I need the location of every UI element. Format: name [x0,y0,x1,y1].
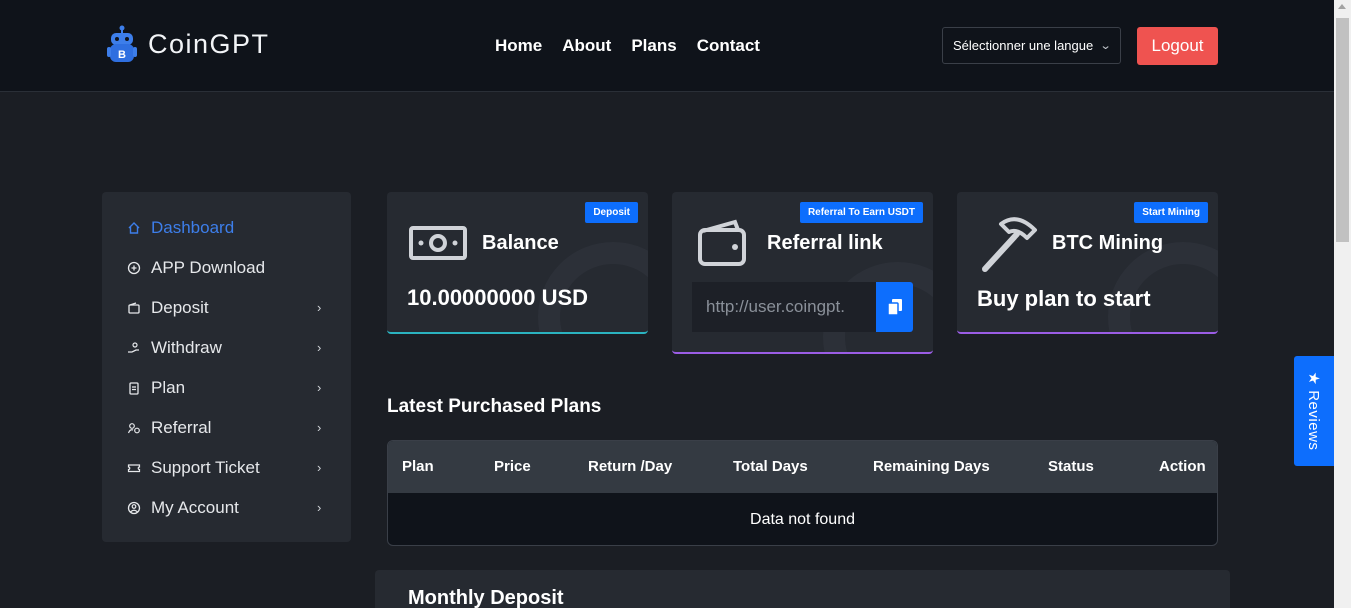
chevron-right-icon: › [317,380,322,395]
clipboard-icon [129,382,139,395]
column-header-remaining-days: Remaining Days [873,458,990,475]
logout-button[interactable]: Logout [1137,27,1218,65]
sidebar-menu: Dashboard APP Download Deposit › Withdra… [102,192,351,542]
sidebar-item-label: Deposit [151,298,209,317]
main-nav: Home About Plans Contact [495,36,760,56]
chevron-right-icon: › [317,340,322,355]
wallet-icon [698,219,746,266]
language-select[interactable]: Sélectionner une langue ⌄ [942,27,1121,64]
chevron-down-icon: ⌄ [1099,40,1112,52]
sidebar-item-dashboard[interactable]: Dashboard [102,218,351,258]
language-select-label: Sélectionner une langue [953,38,1094,53]
column-header-total-days: Total Days [733,458,808,475]
sidebar-item-label: Withdraw [151,338,222,357]
sidebar-item-label: Support Ticket [151,458,260,477]
reviews-tab-button[interactable]: ★ Reviews [1294,356,1334,466]
column-header-plan: Plan [402,458,434,475]
latest-plans-title: Latest Purchased Plans [387,396,602,417]
sidebar-item-label: Plan [151,378,186,397]
sidebar-item-label: Dashboard [151,218,235,237]
column-header-status: Status [1048,458,1094,475]
scroll-up-arrow-icon[interactable] [1338,4,1346,9]
table-row: Data not found [388,493,1217,545]
sidebar-item-support-ticket[interactable]: Support Ticket › [102,458,351,498]
balance-value: 10.00000000 USD [407,285,589,310]
svg-text:B: B [118,49,126,61]
brand-logo[interactable]: B CoinGPT [106,24,270,64]
money-bill-icon [409,226,467,260]
sidebar-item-label: Referral [151,418,212,437]
column-header-return-day: Return /Day [588,458,673,475]
copy-link-button[interactable] [876,282,913,332]
sidebar-item-plan[interactable]: Plan › [102,378,351,418]
plans-table: Plan Price Return /Day Total Days Remain… [387,440,1218,546]
deposit-badge-button[interactable]: Deposit [585,202,638,223]
scrollbar-thumb[interactable] [1336,18,1349,242]
reviews-tab-label: ★ Reviews [1305,371,1322,451]
ticket-icon [127,464,141,473]
column-header-action: Action [1159,458,1206,475]
btc-mining-card: Start Mining BTC Mining Buy plan to star… [957,192,1218,334]
top-navbar: B CoinGPT Home About Plans Contact Sélec… [0,0,1334,92]
nav-plans[interactable]: Plans [631,36,676,56]
chevron-right-icon: › [317,420,322,435]
wallet-icon [128,302,140,314]
robot-bitcoin-icon: B [107,25,137,62]
table-header: Plan Price Return /Day Total Days Remain… [388,441,1217,493]
sidebar-item-withdraw[interactable]: Withdraw › [102,338,351,378]
btc-mining-title: BTC Mining [1052,232,1164,254]
nav-contact[interactable]: Contact [697,36,760,56]
chevron-right-icon: › [317,500,322,515]
btc-mining-value: Buy plan to start [977,286,1151,311]
copy-icon [887,299,902,315]
users-icon [127,423,140,434]
plus-circle-icon [127,261,141,275]
sidebar-item-label: My Account [151,498,239,517]
nav-home[interactable]: Home [495,36,542,56]
start-mining-badge-button[interactable]: Start Mining [1134,202,1208,223]
hammer-icon [982,217,1037,272]
chevron-right-icon: › [317,460,322,475]
chevron-right-icon: › [317,300,322,315]
referral-title: Referral link [767,232,883,254]
referral-card: Referral To Earn USDT Referral link http… [672,192,933,354]
hand-coin-icon [128,342,139,353]
balance-card: Deposit Balance 10.00000000 USD [387,192,648,334]
sidebar-item-referral[interactable]: Referral › [102,418,351,458]
referral-link-field[interactable]: http://user.coingpt. [692,282,876,332]
nav-about[interactable]: About [562,36,611,56]
sidebar-item-label: APP Download [151,258,266,277]
monthly-deposit-title: Monthly Deposit [408,587,564,608]
column-header-price: Price [494,458,531,475]
sidebar-item-deposit[interactable]: Deposit › [102,298,351,338]
balance-title: Balance [482,232,559,254]
brand-name: CoinGPT [148,28,270,59]
page-scrollbar[interactable] [1334,0,1351,608]
sidebar-item-app-download[interactable]: APP Download [102,258,351,298]
referral-badge-button[interactable]: Referral To Earn USDT [799,202,923,223]
monthly-deposit-panel: Monthly Deposit [375,570,1230,608]
home-icon [128,222,140,234]
user-circle-icon [127,501,141,515]
sidebar-item-my-account[interactable]: My Account › [102,498,351,538]
empty-table-message: Data not found [750,510,855,528]
